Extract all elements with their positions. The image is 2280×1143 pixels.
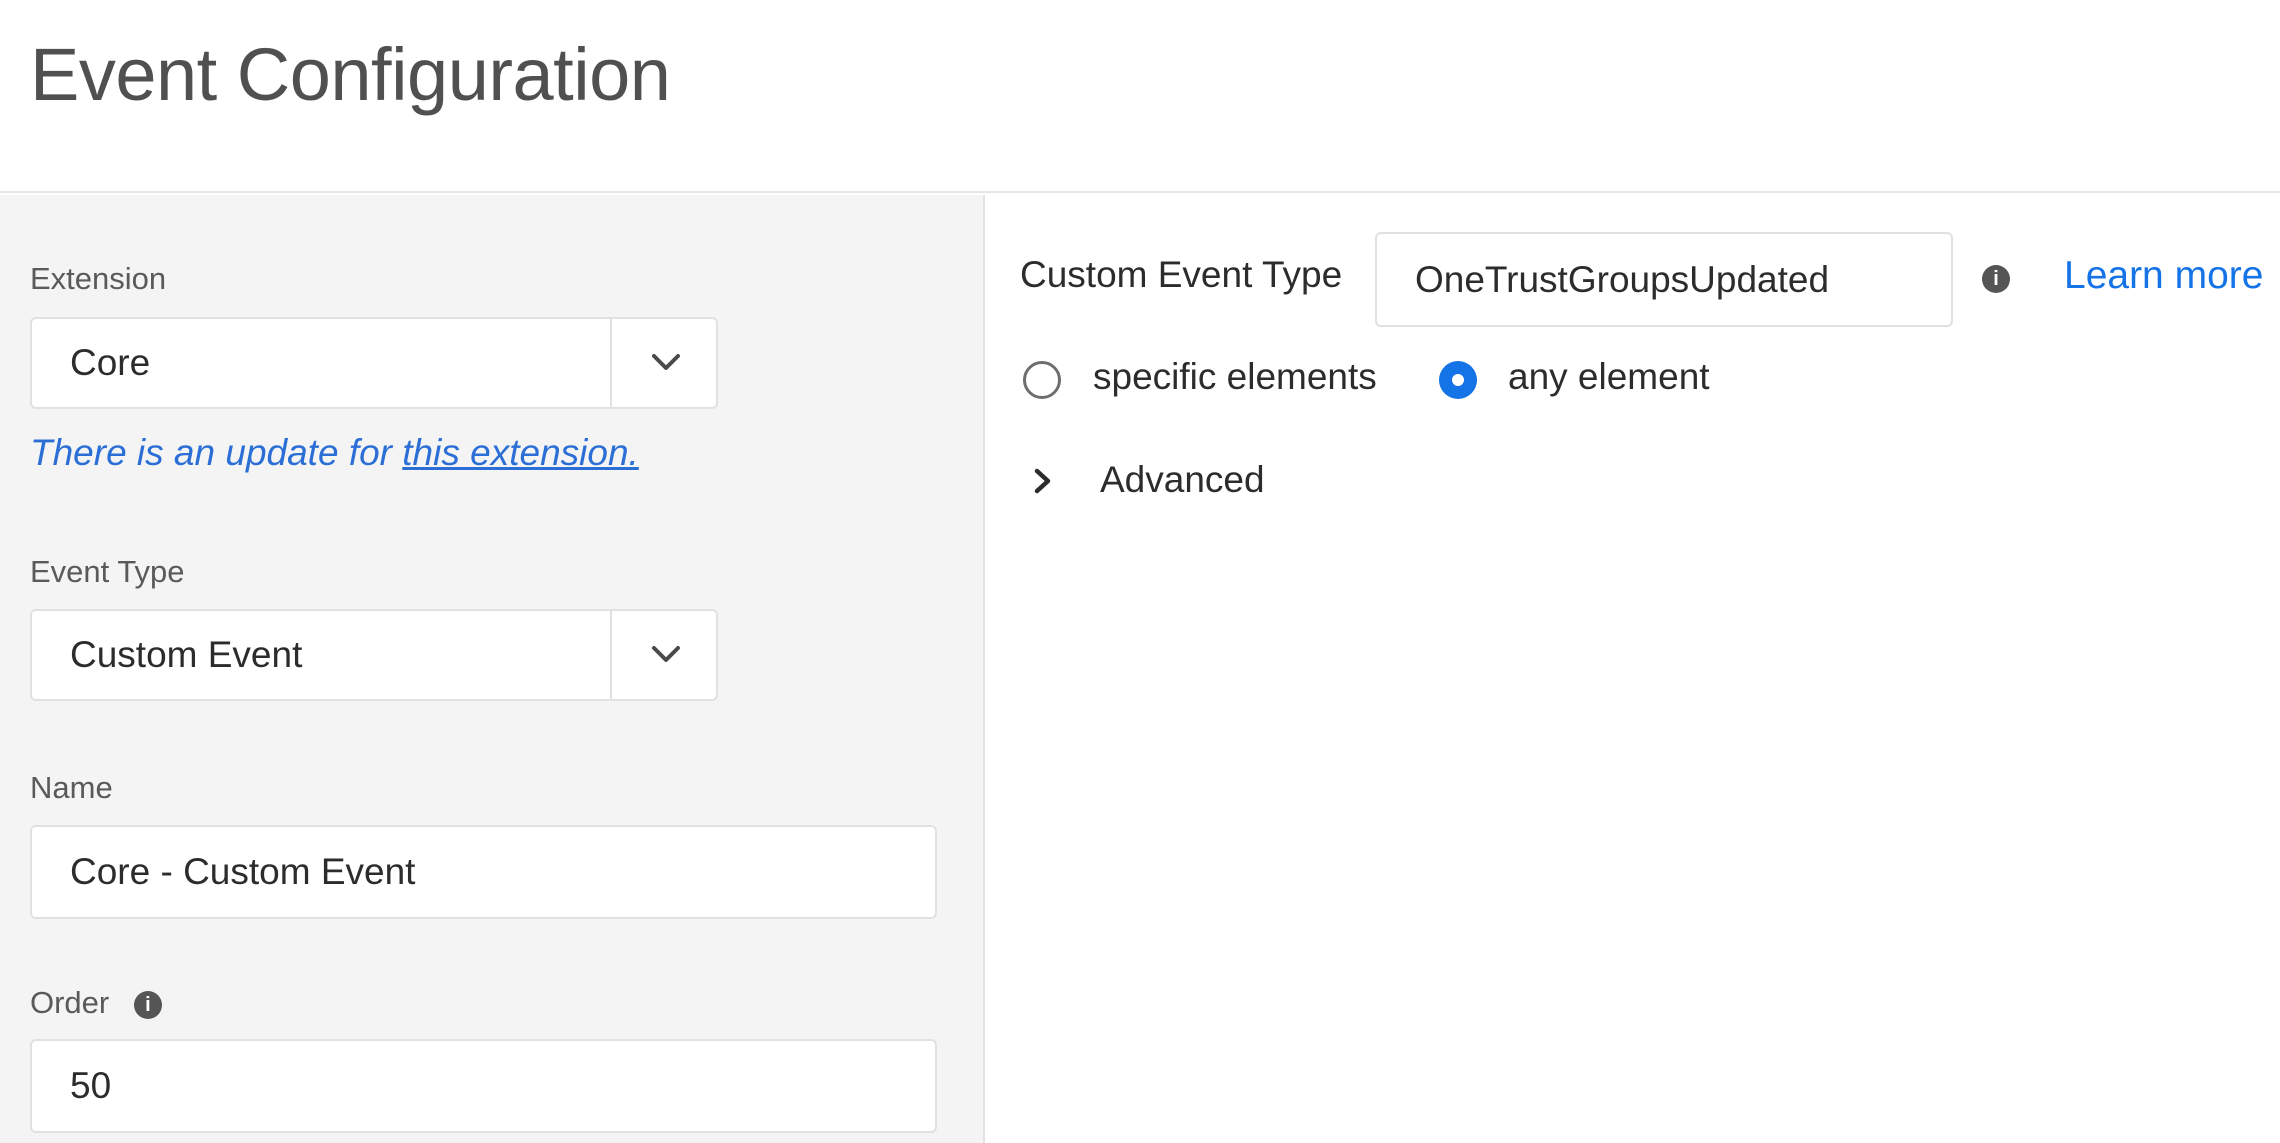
radio-specific-elements-label: specific elements	[1093, 356, 1377, 397]
right-panel	[987, 195, 2280, 1143]
chevron-right-icon[interactable]	[1030, 466, 1056, 496]
page-title: Event Configuration	[30, 33, 671, 116]
extension-select-value: Core	[70, 342, 151, 383]
custom-event-type-field[interactable]: OneTrustGroupsUpdated	[1375, 232, 1953, 327]
order-label-text: Order	[30, 985, 110, 1020]
order-field-value: 50	[70, 1065, 112, 1106]
custom-event-type-label: Custom Event Type	[1020, 254, 1343, 295]
chevron-down-icon[interactable]	[646, 640, 686, 670]
learn-more-link[interactable]: Learn more	[2064, 254, 2263, 298]
update-notice: There is an update for this extension.	[30, 432, 639, 474]
update-notice-text: There is an update for	[30, 432, 403, 473]
event-type-select[interactable]: Custom Event	[30, 609, 718, 701]
order-field[interactable]: 50	[30, 1039, 937, 1133]
order-label: Order i	[30, 985, 162, 1021]
name-field-value: Core - Custom Event	[70, 851, 416, 892]
name-label: Name	[30, 770, 113, 805]
radio-any-element-label: any element	[1508, 356, 1710, 397]
update-extension-link[interactable]: this extension.	[402, 432, 639, 473]
radio-any-element[interactable]	[1439, 361, 1477, 399]
name-field[interactable]: Core - Custom Event	[30, 825, 937, 919]
select-divider	[610, 319, 612, 407]
event-type-select-value: Custom Event	[70, 634, 303, 675]
extension-label: Extension	[30, 261, 167, 296]
radio-specific-elements[interactable]	[1023, 361, 1061, 399]
info-icon[interactable]: i	[133, 991, 162, 1019]
custom-event-type-value: OneTrustGroupsUpdated	[1415, 259, 1830, 300]
info-icon[interactable]: i	[1982, 265, 2010, 293]
event-type-label: Event Type	[30, 554, 185, 589]
page-header: Event Configuration	[0, 0, 2280, 193]
chevron-down-icon[interactable]	[646, 348, 686, 378]
select-divider	[610, 611, 612, 699]
extension-select[interactable]: Core	[30, 317, 718, 409]
advanced-toggle[interactable]: Advanced	[1100, 459, 1265, 501]
